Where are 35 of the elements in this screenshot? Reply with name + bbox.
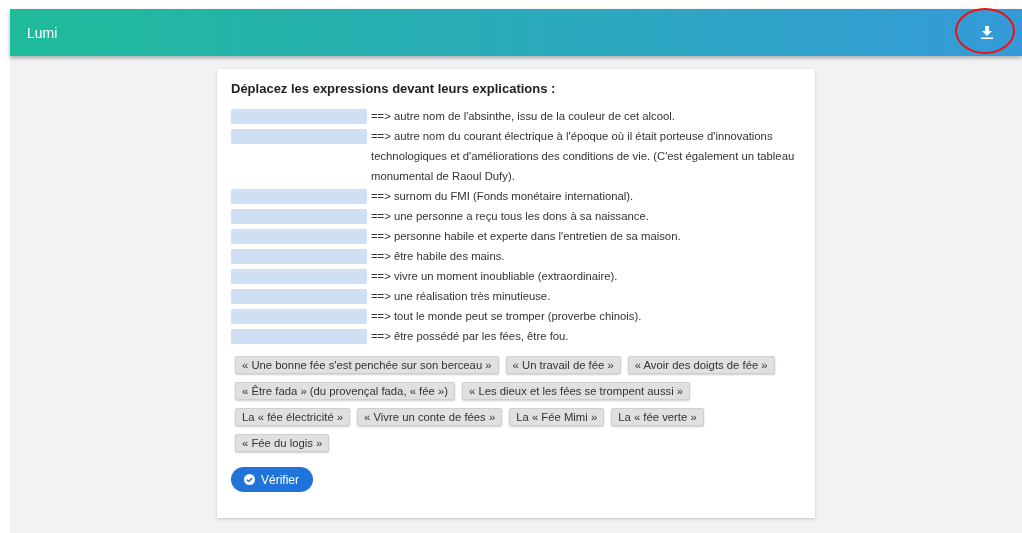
expression-chip[interactable]: La « fée électricité »	[235, 408, 351, 426]
explanation-text: ==> une personne a reçu tous les dons à sa naissance.	[371, 209, 649, 224]
expression-chip[interactable]: « Avoir des doigts de fée »	[627, 356, 775, 374]
explanation-text: ==> autre nom du courant électrique à l'époque où il était porteuse d'innovations technologiques et d'améliorations des conditions de vie. (C'est également un tableau monumental de Raoul Dufy).	[371, 129, 796, 184]
explanation-text: ==> tout le monde peut se tromper (proverbe chinois).	[371, 309, 642, 324]
drop-zone[interactable]	[231, 208, 367, 224]
expression-chip[interactable]: « Une bonne fée s'est penchée sur son berceau »	[235, 356, 499, 374]
expression-chip[interactable]: « Vivre un conte de fées »	[357, 408, 503, 426]
drop-zone[interactable]	[231, 108, 367, 124]
drop-zone[interactable]	[231, 248, 367, 264]
expression-chip[interactable]: « Les dieux et les fées se trompent aussi »	[462, 382, 691, 400]
expression-chip[interactable]: La « Fée Mimi »	[509, 408, 605, 426]
download-icon	[981, 26, 993, 39]
drop-zone[interactable]	[231, 288, 367, 304]
expression-chip[interactable]: « Un travail de fée »	[505, 356, 621, 374]
explanation-text: ==> autre nom de l'absinthe, issu de la couleur de cet alcool.	[371, 109, 675, 124]
explanation-text: ==> surnom du FMI (Fonds monétaire international).	[371, 189, 634, 204]
expression-chip[interactable]: « Fée du logis »	[235, 434, 330, 452]
verify-button[interactable]: Vérifier	[231, 467, 313, 492]
drop-zone[interactable]	[231, 308, 367, 324]
expression-chip[interactable]: La « fée verte »	[611, 408, 704, 426]
drop-zone[interactable]	[231, 268, 367, 284]
expression-chip[interactable]: « Être fada » (du provençal fada, « fée »)	[235, 382, 455, 400]
instruction-heading: Déplacez les expressions devant leurs explications :	[231, 81, 557, 96]
drop-zone[interactable]	[231, 228, 367, 244]
explanation-text: ==> vivre un moment inoubliable (extraordinaire).	[371, 269, 618, 284]
explanation-text: ==> être habile des mains.	[371, 249, 505, 264]
drop-zone[interactable]	[231, 328, 367, 344]
drop-zone[interactable]	[231, 128, 367, 144]
drop-zone[interactable]	[231, 188, 367, 204]
app-title: Lumi	[27, 24, 58, 41]
explanation-text: ==> une réalisation très minutieuse.	[371, 289, 551, 304]
check-circle-icon	[244, 474, 255, 485]
explanation-text: ==> être possédé par les fées, être fou.	[371, 329, 569, 344]
explanation-text: ==> personne habile et experte dans l'entretien de sa maison.	[371, 229, 681, 244]
